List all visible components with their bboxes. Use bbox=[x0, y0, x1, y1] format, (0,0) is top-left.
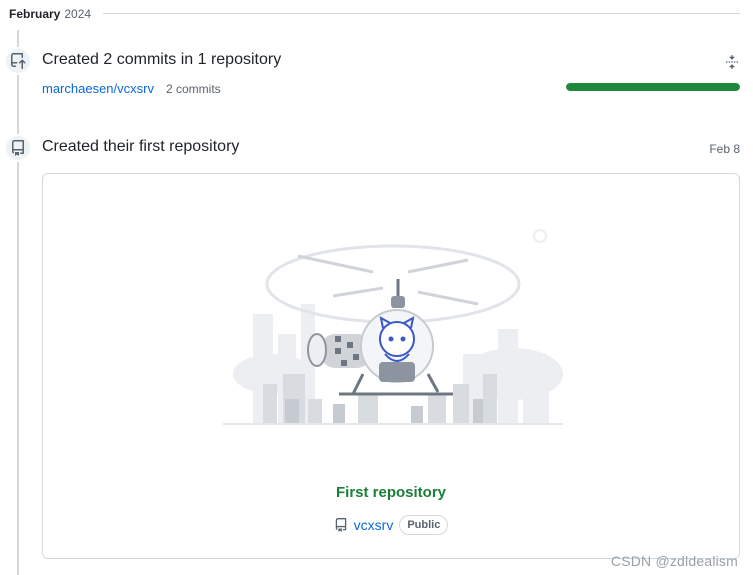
month-label: February 2024 bbox=[9, 7, 91, 21]
activity-title-first-repo: Created their first repository bbox=[42, 138, 240, 155]
repo-link-vcxsrv[interactable]: marchaesen/vcxsrv bbox=[42, 81, 154, 96]
commit-count: 2 commits bbox=[166, 82, 221, 96]
visibility-badge: Public bbox=[399, 515, 449, 535]
card-repo-link[interactable]: vcxsrv bbox=[354, 517, 394, 533]
card-repo-line: vcxsrv Public bbox=[43, 515, 739, 535]
fold-icon[interactable] bbox=[722, 52, 742, 72]
first-repository-card: First repository vcxsrv Public bbox=[42, 173, 740, 559]
repo-icon bbox=[4, 134, 32, 162]
activity-date[interactable]: Feb 8 bbox=[709, 142, 740, 156]
commit-progress-bar bbox=[566, 83, 740, 91]
activity-title-commits: Created 2 commits in 1 repository bbox=[42, 51, 282, 68]
watermark: CSDN @zdldealism bbox=[610, 553, 738, 569]
repo-push-icon bbox=[4, 47, 32, 75]
octocat-helicopter-illustration bbox=[213, 224, 573, 444]
timeline-line bbox=[17, 30, 19, 575]
month-name: February bbox=[9, 7, 61, 21]
repo-icon bbox=[335, 518, 346, 532]
month-divider bbox=[103, 13, 740, 14]
month-year: 2024 bbox=[64, 7, 92, 21]
commit-progress-fill bbox=[566, 83, 740, 91]
card-title: First repository bbox=[335, 484, 447, 501]
month-header: February 2024 bbox=[0, 0, 753, 28]
